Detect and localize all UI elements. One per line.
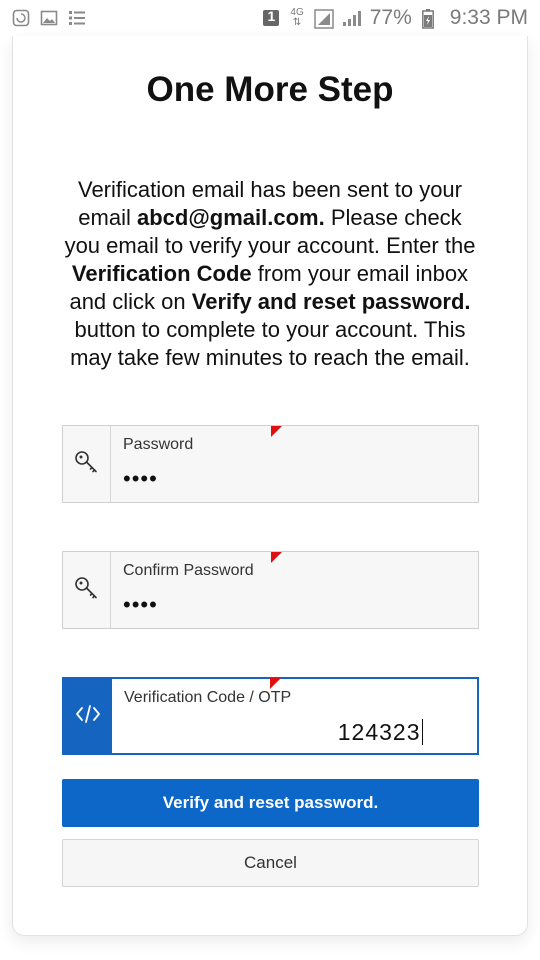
cancel-button[interactable]: Cancel xyxy=(62,839,479,887)
required-marker xyxy=(271,426,282,437)
verify-button[interactable]: Verify and reset password. xyxy=(62,779,479,827)
message-button-ref: Verify and reset password. xyxy=(191,289,471,314)
page-title: One More Step xyxy=(146,70,394,109)
notification-badge-icon: 1 xyxy=(262,8,280,27)
signal-box-icon xyxy=(314,9,334,29)
password-label: Password xyxy=(123,436,194,453)
otp-value: 124323 xyxy=(337,719,421,745)
confirm-password-icon-box xyxy=(63,552,111,628)
status-bar-left xyxy=(12,9,86,27)
confirm-password-label: Confirm Password xyxy=(123,562,254,579)
screenshot-icon xyxy=(12,9,30,27)
otp-field[interactable]: Verification Code / OTP 124323 xyxy=(62,677,479,755)
confirm-password-input[interactable]: Confirm Password •••• xyxy=(111,552,478,628)
network-4g-icon: 4G ⇅ xyxy=(290,7,304,28)
message-email: abcd@gmail.com. xyxy=(136,205,325,230)
otp-input[interactable]: Verification Code / OTP 124323 xyxy=(112,678,477,753)
otp-value-wrap: 124323 xyxy=(338,719,423,746)
battery-icon xyxy=(421,9,440,29)
password-icon-box xyxy=(63,426,111,502)
otp-label: Verification Code / OTP xyxy=(124,689,292,706)
key-icon xyxy=(74,449,100,480)
message-code-label: Verification Code xyxy=(71,261,252,286)
status-bar: 1 4G ⇅ 77% 9:33 PM xyxy=(0,0,540,36)
clock: 9:33 PM xyxy=(449,6,528,29)
password-value: •••• xyxy=(123,466,158,491)
message-text-4: button to complete to your account. This… xyxy=(70,317,470,370)
confirm-password-field[interactable]: Confirm Password •••• xyxy=(62,551,479,629)
otp-icon-box xyxy=(64,679,112,753)
battery-percent: 77% xyxy=(369,6,412,29)
password-field[interactable]: Password •••• xyxy=(62,425,479,503)
password-input[interactable]: Password •••• xyxy=(111,426,478,502)
code-icon xyxy=(75,703,101,730)
verification-message: Verification email has been sent to your… xyxy=(60,176,480,372)
status-bar-right: 1 4G ⇅ 77% 9:33 PM xyxy=(262,6,528,30)
required-marker xyxy=(271,552,282,563)
text-cursor xyxy=(421,719,423,745)
signal-icon xyxy=(342,9,361,27)
confirm-password-value: •••• xyxy=(123,592,158,617)
list-icon xyxy=(68,9,86,27)
required-marker xyxy=(270,678,281,689)
key-icon xyxy=(74,575,100,606)
notification-badge-count: 1 xyxy=(267,8,276,24)
gallery-icon xyxy=(40,9,58,27)
